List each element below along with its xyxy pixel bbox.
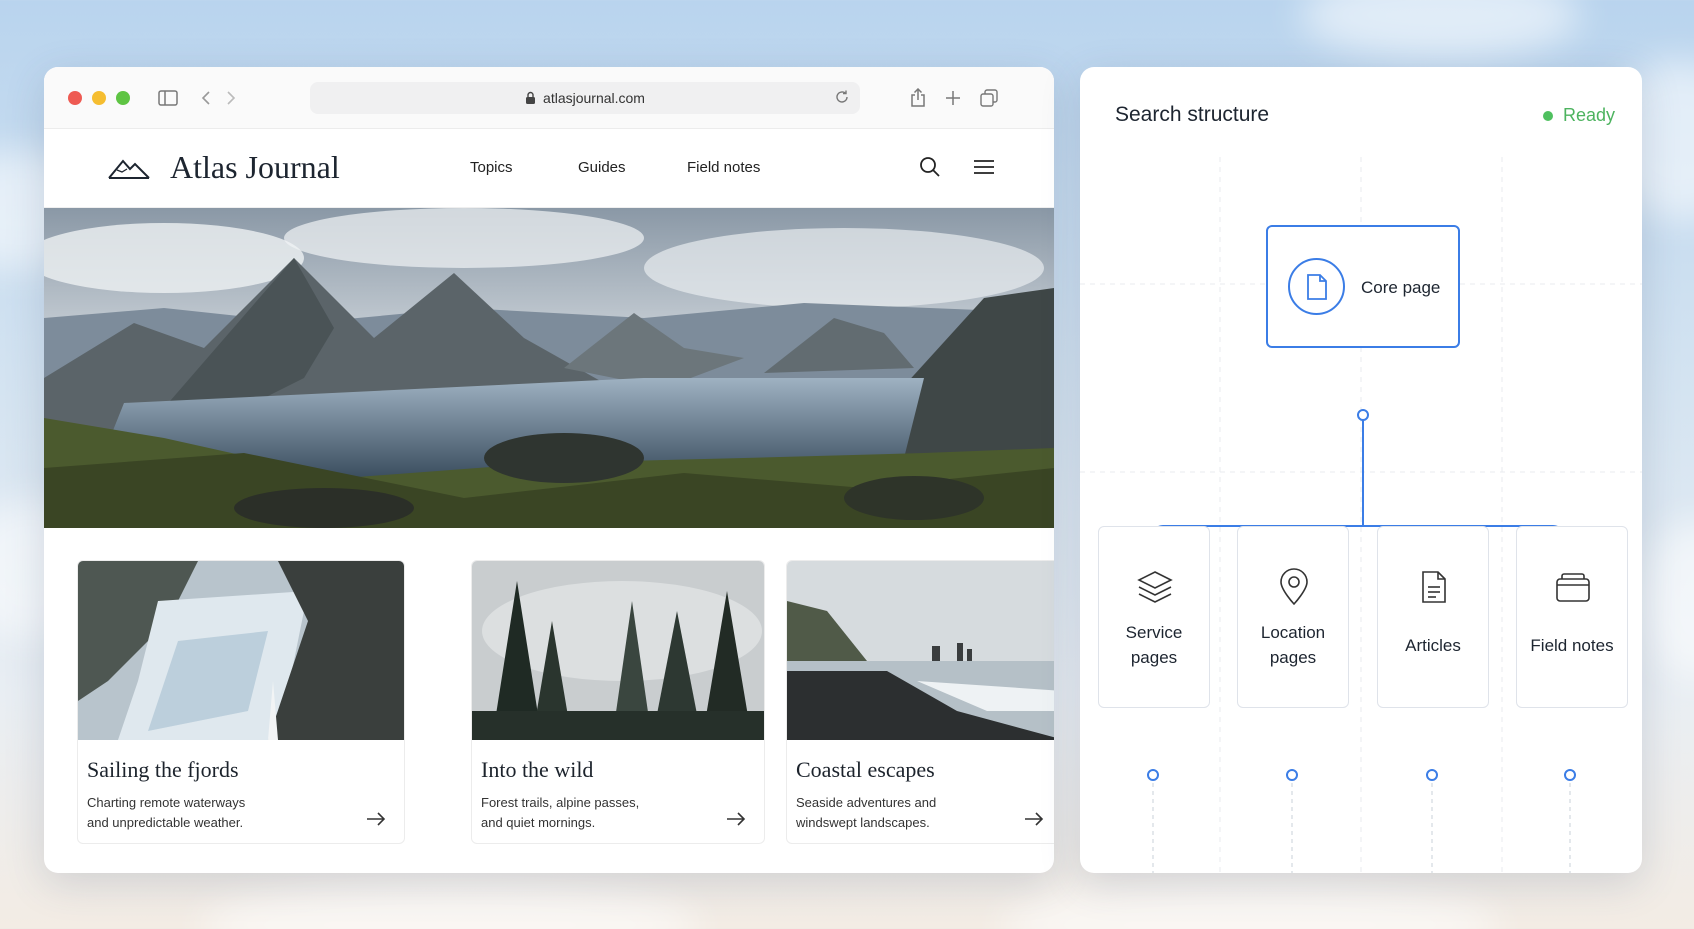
search-structure-panel: Search structure Ready Core page Service… [1080, 67, 1642, 873]
card-description-line: and quiet mornings. [481, 815, 596, 830]
maximize-window-button[interactable] [116, 91, 130, 105]
tab-overview-icon[interactable] [977, 86, 1001, 110]
sidebar-toggle-icon[interactable] [156, 86, 180, 110]
document-icon [1414, 567, 1454, 607]
card-coastal-escapes[interactable]: Coastal escapes Seaside adventures and w… [786, 560, 1054, 844]
url-text: atlasjournal.com [543, 90, 645, 106]
layers-icon [1135, 567, 1175, 607]
core-page-badge [1288, 258, 1345, 315]
menu-icon[interactable] [972, 155, 996, 179]
status-badge: Ready [1542, 105, 1615, 126]
address-bar[interactable]: atlasjournal.com [310, 82, 860, 114]
card-description-line: Charting remote waterways [87, 795, 246, 810]
node-service-pages[interactable]: Service pages [1098, 526, 1210, 708]
nav-guides[interactable]: Guides [578, 159, 626, 176]
browser-toolbar: atlasjournal.com [44, 67, 1054, 129]
node-articles[interactable]: Articles [1377, 526, 1489, 708]
arrow-right-icon[interactable] [726, 811, 746, 827]
map-pin-icon [1274, 567, 1314, 607]
node-location-pages[interactable]: Location pages [1237, 526, 1349, 708]
node-label: Location pages [1238, 620, 1348, 670]
panel-title: Search structure [1115, 103, 1270, 126]
card-description: Seaside adventures and windswept landsca… [796, 793, 996, 833]
lock-icon [526, 91, 536, 104]
close-window-button[interactable] [68, 91, 82, 105]
card-description: Charting remote waterways and unpredicta… [87, 793, 287, 833]
node-field-notes[interactable]: Field notes [1516, 526, 1628, 708]
site-brand[interactable]: Atlas Journal [108, 149, 340, 186]
card-description: Forest trails, alpine passes, and quiet … [481, 793, 681, 833]
document-icon [1306, 273, 1327, 300]
card-title: Into the wild [481, 757, 594, 782]
new-tab-icon[interactable] [941, 86, 965, 110]
nav-field-notes[interactable]: Field notes [687, 159, 760, 176]
mountain-logo-icon [108, 158, 150, 179]
back-icon[interactable] [194, 86, 218, 110]
hero-image [44, 208, 1054, 528]
site-header: Atlas Journal Topics Guides Field notes [44, 129, 1054, 208]
node-label: Service pages [1099, 620, 1209, 670]
coast-image [787, 561, 1054, 740]
card-description-line: and unpredictable weather. [87, 815, 244, 830]
node-label: Articles [1405, 636, 1461, 655]
folder-icon [1553, 567, 1593, 607]
node-label-line: pages [1130, 648, 1178, 667]
search-icon[interactable] [918, 155, 942, 179]
card-into-the-wild[interactable]: Into the wild Forest trails, alpine pass… [471, 560, 765, 844]
brand-name: Atlas Journal [170, 149, 340, 185]
card-title: Sailing the fjords [87, 757, 239, 782]
forest-image [472, 561, 764, 740]
node-label-line: pages [1269, 648, 1317, 667]
card-grid: Sailing the fjords Charting remote water… [77, 560, 1054, 844]
arrow-right-icon[interactable] [1024, 811, 1044, 827]
core-page-node[interactable]: Core page [1266, 225, 1460, 348]
card-description-line: Seaside adventures and [796, 795, 937, 810]
card-sailing-the-fjords[interactable]: Sailing the fjords Charting remote water… [77, 560, 405, 844]
forward-icon[interactable] [219, 86, 243, 110]
card-description-line: Forest trails, alpine passes, [481, 795, 640, 810]
glacier-image [78, 561, 404, 740]
status-text: Ready [1562, 105, 1615, 125]
status-dot [1542, 110, 1553, 121]
browser-window: atlasjournal.com Atlas Journal Topics Gu… [44, 67, 1054, 873]
core-page-label: Core page [1361, 278, 1441, 297]
arrow-right-icon[interactable] [366, 811, 386, 827]
node-label-line: Service [1125, 623, 1183, 642]
nav-topics[interactable]: Topics [470, 159, 513, 176]
node-label: Field notes [1530, 636, 1614, 655]
share-icon[interactable] [906, 86, 930, 110]
card-title: Coastal escapes [796, 757, 935, 782]
minimize-window-button[interactable] [92, 91, 106, 105]
card-description-line: windswept landscapes. [796, 815, 930, 830]
reload-icon[interactable] [834, 89, 850, 108]
node-label-line: Location [1260, 623, 1326, 642]
